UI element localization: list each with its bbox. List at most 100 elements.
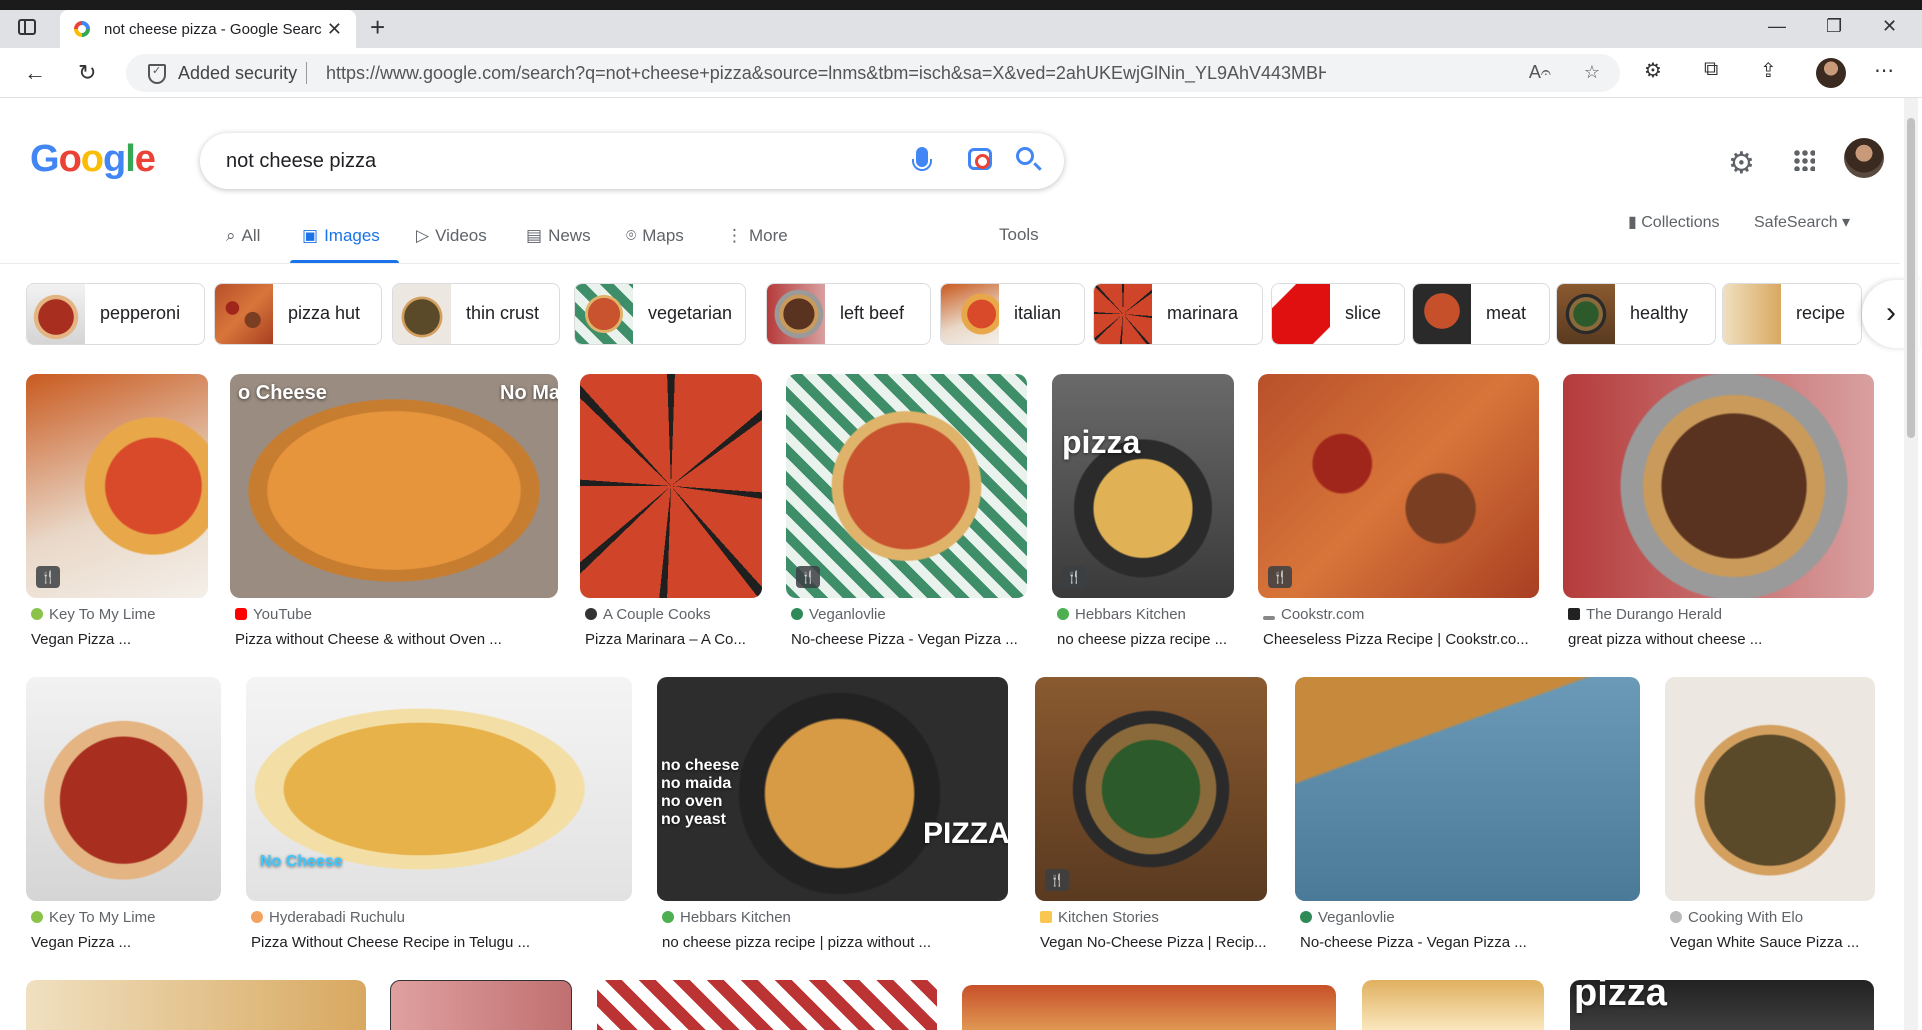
read-aloud-icon[interactable]: A𝄐 [1529,62,1551,82]
image-result[interactable]: The Durango Herald great pizza without c… [1563,374,1874,654]
result-image[interactable]: 🍴 [1035,677,1267,901]
result-title[interactable]: no cheese pizza recipe | pizza without .… [662,934,1007,951]
tab-videos[interactable]: ▷ Videos [416,226,487,246]
image-result[interactable]: Key To My Lime Vegan Pizza ... [26,677,221,957]
tab-close-icon[interactable]: ✕ [327,19,342,40]
result-image[interactable] [1362,980,1544,1030]
tab-all[interactable]: ⌕ All [226,226,260,246]
chip-pepperoni[interactable]: pepperoni [26,283,205,345]
extensions-icon[interactable]: ⚙ [1644,58,1662,83]
result-title[interactable]: Pizza without Cheese & without Oven ... [235,631,555,648]
image-result[interactable] [390,980,572,1030]
result-title[interactable]: No-cheese Pizza - Vegan Pizza ... [791,631,1027,648]
reload-icon[interactable]: ↻ [78,60,96,86]
apps-grid-icon[interactable] [1793,149,1815,171]
scrollbar-thumb[interactable] [1907,118,1915,438]
search-icon[interactable] [1016,147,1034,165]
result-image[interactable]: pizza 🍴 [1052,374,1234,598]
result-title[interactable]: Vegan Pizza ... [31,631,206,648]
favorite-star-icon[interactable]: ☆ [1584,62,1600,82]
result-source[interactable]: Key To My Lime [31,606,155,623]
tab-images[interactable]: ▣ Images [302,226,380,246]
image-result[interactable]: Veganlovlie No-cheese Pizza - Vegan Pizz… [1295,677,1640,957]
result-image[interactable] [1295,677,1640,901]
chip-vegetarian[interactable]: vegetarian [574,283,746,345]
safesearch-dropdown[interactable]: SafeSearch ▾ [1754,212,1850,232]
chip-left-beef[interactable]: left beef [766,283,931,345]
chip-thin-crust[interactable]: thin crust [392,283,560,345]
google-lens-icon[interactable] [968,148,992,170]
result-image[interactable]: No Cheese [246,677,632,901]
account-avatar[interactable] [1844,138,1884,178]
result-source[interactable]: Hebbars Kitchen [662,909,791,926]
chip-recipe[interactable]: recipe [1722,283,1862,345]
chip-meat[interactable]: meat [1412,283,1550,345]
result-image[interactable]: no cheese no maida no oven no yeast PIZZ… [657,677,1008,901]
image-result[interactable]: No Cheese Hyderabadi Ruchulu Pizza Witho… [246,677,632,957]
result-title[interactable]: Vegan Pizza ... [31,934,221,951]
tab-more[interactable]: ⋮ More [726,226,788,246]
result-source[interactable]: The Durango Herald [1568,606,1722,623]
result-title[interactable]: Pizza Marinara – A Co... [585,631,760,648]
result-image[interactable]: 🍴 [26,374,208,598]
result-title[interactable]: no cheese pizza recipe ... [1057,631,1232,648]
result-title[interactable]: Vegan No-Cheese Pizza | Recip... [1040,934,1266,951]
tools-button[interactable]: Tools [999,225,1039,245]
result-image[interactable]: 🍴 [1258,374,1539,598]
url-text[interactable]: https://www.google.com/search?q=not+chee… [326,63,1326,84]
result-source[interactable]: Key To My Lime [31,909,155,926]
result-source[interactable]: Cookstr.com [1263,606,1364,623]
browser-menu-icon[interactable]: ⋯ [1874,58,1894,83]
result-title[interactable]: Vegan White Sauce Pizza ... [1670,934,1875,951]
chip-marinara[interactable]: marinara [1093,283,1263,345]
result-title[interactable]: Pizza Without Cheese Recipe in Telugu ..… [251,934,631,951]
image-result[interactable]: pizza [1570,980,1874,1030]
browser-profile-avatar[interactable] [1816,58,1846,88]
result-source[interactable]: Hebbars Kitchen [1057,606,1186,623]
result-source[interactable]: Veganlovlie [791,606,886,623]
image-result[interactable]: 🍴 Kitchen Stories Vegan No-Cheese Pizza … [1035,677,1267,957]
collections-browser-icon[interactable]: ⧉ [1704,58,1718,81]
image-result[interactable]: Cooking With Elo Vegan White Sauce Pizza… [1665,677,1875,957]
window-close-icon[interactable]: ✕ [1882,16,1897,37]
new-tab-icon[interactable]: + [370,14,385,40]
url-field[interactable]: Added security https://www.google.com/se… [126,54,1620,92]
result-image[interactable] [962,985,1336,1030]
google-logo[interactable]: Google [30,138,156,181]
restore-icon[interactable]: ❐ [1826,16,1842,37]
share-icon[interactable]: ⇪ [1760,58,1777,83]
result-title[interactable]: No-cheese Pizza - Vegan Pizza ... [1300,934,1640,951]
chip-italian[interactable]: italian [940,283,1085,345]
image-result[interactable]: 🍴 Veganlovlie No-cheese Pizza - Vegan Pi… [786,374,1027,654]
browser-tab[interactable]: not cheese pizza - Google Search ✕ [60,10,356,48]
result-image[interactable]: 🍴 [786,374,1027,598]
tab-news[interactable]: ▤ News [526,226,591,246]
chip-slice[interactable]: slice [1271,283,1405,345]
image-result[interactable] [26,980,366,1030]
image-result[interactable] [597,980,937,1030]
result-source[interactable]: A Couple Cooks [585,606,711,623]
result-image[interactable] [1665,677,1875,901]
page-scrollbar[interactable] [1904,98,1918,1030]
result-source[interactable]: Cooking With Elo [1670,909,1803,926]
result-image[interactable] [390,980,572,1030]
image-result[interactable]: 🍴 Key To My Lime Vegan Pizza ... [26,374,208,654]
image-result[interactable]: pizza 🍴 Hebbars Kitchen no cheese pizza … [1052,374,1234,654]
back-icon[interactable]: ← [24,60,46,86]
collections-link[interactable]: ▮ Collections [1628,212,1720,232]
result-image[interactable] [580,374,762,598]
result-image[interactable] [1563,374,1874,598]
result-title[interactable]: great pizza without cheese ... [1568,631,1873,648]
chip-pizza-hut[interactable]: pizza hut [214,283,382,345]
result-source[interactable]: Veganlovlie [1300,909,1395,926]
result-source[interactable]: Hyderabadi Ruchulu [251,909,405,926]
result-image[interactable]: pizza [1570,980,1874,1030]
image-result[interactable] [962,985,1336,1030]
result-image[interactable] [597,980,937,1030]
result-title[interactable]: Cheeseless Pizza Recipe | Cookstr.co... [1263,631,1538,648]
search-input[interactable] [226,150,826,173]
result-image[interactable]: o Cheese No Ma [230,374,558,598]
result-image[interactable] [26,677,221,901]
result-source[interactable]: YouTube [235,606,312,623]
minimize-icon[interactable]: — [1768,16,1786,37]
